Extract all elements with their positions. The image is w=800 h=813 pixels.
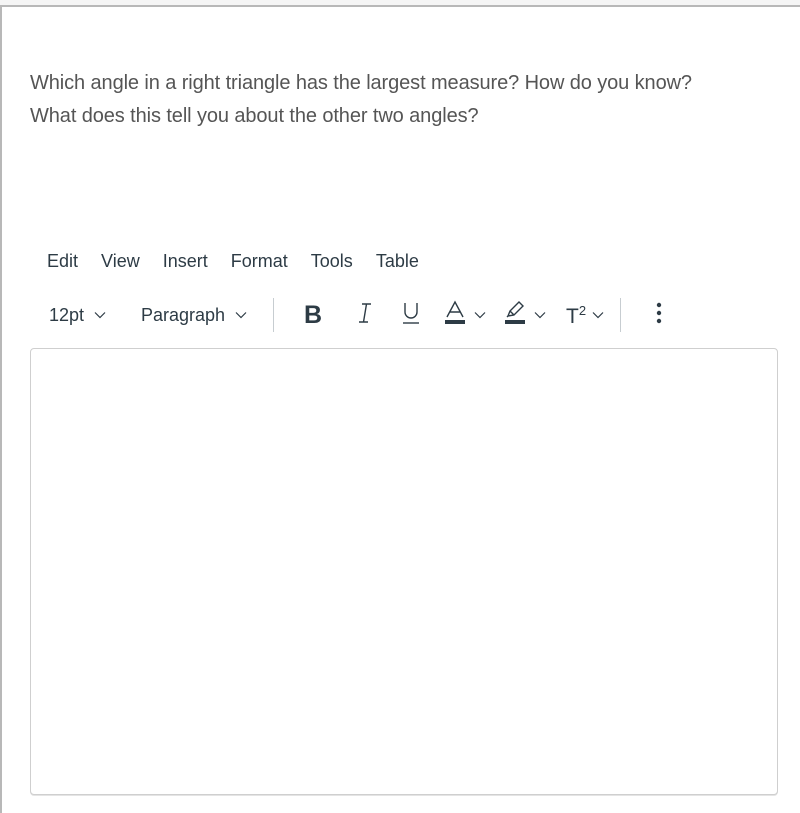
superscript-icon-2: 2 — [578, 302, 587, 318]
editor-menubar: Edit View Insert Format Tools Table — [47, 248, 442, 274]
bold-icon: B — [303, 300, 323, 329]
vertical-ellipsis-icon — [656, 302, 662, 329]
block-format-select[interactable]: Paragraph — [141, 305, 273, 326]
menu-format[interactable]: Format — [231, 248, 288, 274]
page-top-border — [0, 5, 800, 7]
italic-button[interactable] — [352, 302, 378, 329]
text-color-icon — [444, 300, 466, 331]
menu-table[interactable]: Table — [376, 248, 419, 274]
chevron-down-icon — [592, 311, 604, 319]
rich-text-editor-area[interactable] — [30, 348, 778, 795]
underline-button[interactable] — [398, 301, 424, 330]
menu-edit[interactable]: Edit — [47, 248, 78, 274]
block-format-value: Paragraph — [141, 304, 226, 325]
editor-content[interactable] — [31, 349, 777, 369]
chevron-down-icon — [534, 311, 546, 319]
page-left-border — [0, 5, 2, 813]
superscript-icon: T2 — [566, 304, 586, 327]
underline-icon — [402, 301, 420, 330]
chevron-down-icon — [235, 311, 247, 319]
highlighter-icon — [504, 300, 526, 331]
font-size-value: 12pt — [49, 304, 85, 325]
menu-tools[interactable]: Tools — [311, 248, 353, 274]
question-line-2: What does this tell you about the other … — [30, 105, 479, 127]
superscript-button[interactable]: T2 — [566, 304, 604, 327]
editor-toolbar: 12pt Paragraph B T2 — [49, 298, 669, 332]
toolbar-separator — [620, 298, 622, 332]
more-options-button[interactable] — [649, 302, 669, 329]
menu-insert[interactable]: Insert — [163, 248, 208, 274]
superscript-icon-t: T — [566, 304, 579, 328]
text-color-button[interactable] — [444, 300, 486, 331]
bold-button[interactable]: B — [300, 301, 326, 330]
chevron-down-icon — [94, 311, 106, 319]
question-text: Which angle in a right triangle has the … — [30, 67, 790, 133]
question-line-1: Which angle in a right triangle has the … — [30, 72, 692, 94]
italic-icon — [357, 302, 373, 329]
highlight-color-button[interactable] — [504, 300, 546, 331]
menu-view[interactable]: View — [101, 248, 140, 274]
toolbar-separator — [273, 298, 274, 332]
chevron-down-icon — [474, 311, 486, 319]
font-size-select[interactable]: 12pt — [49, 305, 141, 326]
